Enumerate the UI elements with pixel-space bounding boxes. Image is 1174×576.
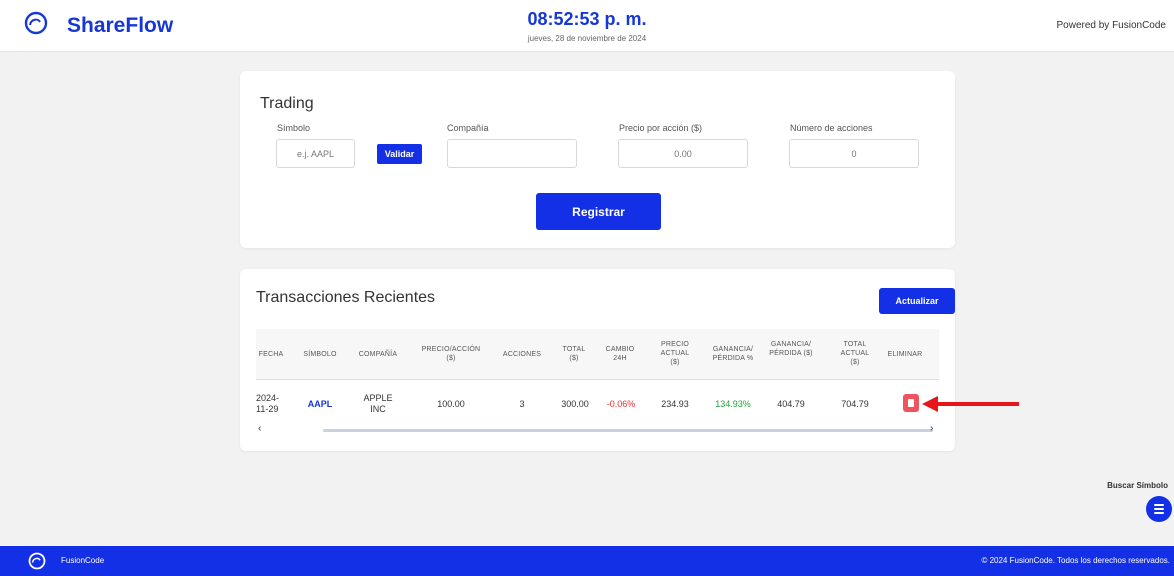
footer-brand: FusionCode bbox=[61, 556, 105, 565]
annotation-arrow-icon bbox=[922, 396, 1019, 412]
register-button[interactable]: Registrar bbox=[536, 193, 661, 230]
trash-icon bbox=[908, 399, 914, 407]
refresh-button[interactable]: Actualizar bbox=[879, 288, 955, 314]
powered-by: Powered by FusionCode bbox=[1056, 20, 1166, 31]
top-header: ShareFlow 08:52:53 p. m. jueves, 28 de n… bbox=[0, 0, 1174, 52]
horizontal-scrollbar[interactable] bbox=[323, 429, 933, 432]
current-date: jueves, 28 de noviembre de 2024 bbox=[527, 34, 647, 43]
col-header-gain-amount: GANANCIA/ PÉRDIDA ($) bbox=[769, 341, 813, 357]
footer: FusionCode © 2024 FusionCode. Todos los … bbox=[0, 546, 1174, 576]
trading-card: Trading Símbolo Validar Compañía Precio … bbox=[240, 71, 955, 248]
price-label: Precio por acción ($) bbox=[619, 123, 703, 133]
cell-gain-pct: 134.93% bbox=[715, 399, 751, 409]
cell-current-price: 234.93 bbox=[661, 399, 689, 409]
col-header-total: TOTAL ($) bbox=[562, 346, 586, 362]
symbol-label: Símbolo bbox=[277, 123, 311, 133]
col-header-shares: ACCIONES bbox=[502, 351, 542, 358]
validate-button[interactable]: Validar bbox=[377, 144, 422, 164]
cell-price: 100.00 bbox=[437, 399, 465, 409]
cell-date: 2024-11-29 bbox=[256, 393, 280, 414]
clock: 08:52:53 p. m. bbox=[527, 9, 647, 29]
col-header-price: PRECIO/ACCIÓN ($) bbox=[421, 346, 481, 362]
cell-change-24h: -0.06% bbox=[606, 399, 636, 409]
col-header-current-total: TOTAL ACTUAL ($) bbox=[840, 341, 870, 366]
price-input[interactable] bbox=[618, 139, 748, 168]
col-header-gain-pct: GANANCIA/ PÉRDIDA % bbox=[712, 346, 754, 362]
swirl-logo-icon bbox=[28, 552, 46, 570]
trading-title: Trading bbox=[260, 95, 314, 112]
col-header-company: COMPAÑÍA bbox=[358, 351, 398, 358]
col-header-date: FECHA bbox=[258, 351, 284, 358]
delete-button[interactable] bbox=[903, 394, 919, 412]
col-header-symbol: SÍMBOLO bbox=[303, 351, 337, 358]
col-header-current-price: PRECIO ACTUAL ($) bbox=[660, 341, 690, 366]
col-header-delete: ELIMINAR bbox=[887, 351, 923, 358]
company-label: Compañía bbox=[447, 123, 489, 133]
search-symbol-button[interactable] bbox=[1146, 496, 1172, 522]
transactions-title: Transacciones Recientes bbox=[256, 289, 436, 306]
scroll-left-arrow[interactable]: ‹ bbox=[258, 423, 261, 434]
transactions-card: Transacciones Recientes Actualizar FECHA… bbox=[240, 269, 955, 451]
scroll-right-arrow[interactable]: › bbox=[930, 423, 933, 434]
cell-gain-amount: 404.79 bbox=[777, 399, 805, 409]
footer-copyright: © 2024 FusionCode. Todos los derechos re… bbox=[981, 556, 1170, 565]
company-input[interactable] bbox=[447, 139, 577, 168]
cell-shares: 3 bbox=[519, 399, 525, 409]
symbol-input[interactable] bbox=[276, 139, 355, 168]
cell-current-total: 704.79 bbox=[841, 399, 869, 409]
cell-symbol[interactable]: AAPL bbox=[298, 399, 342, 410]
search-symbol-label: Buscar Símbolo bbox=[1107, 481, 1168, 490]
col-header-change: CAMBIO 24H bbox=[605, 346, 635, 362]
cell-company: APPLE INC bbox=[363, 393, 393, 414]
shares-input[interactable] bbox=[789, 139, 919, 168]
cell-total: 300.00 bbox=[561, 399, 589, 409]
shares-label: Número de acciones bbox=[790, 123, 873, 133]
